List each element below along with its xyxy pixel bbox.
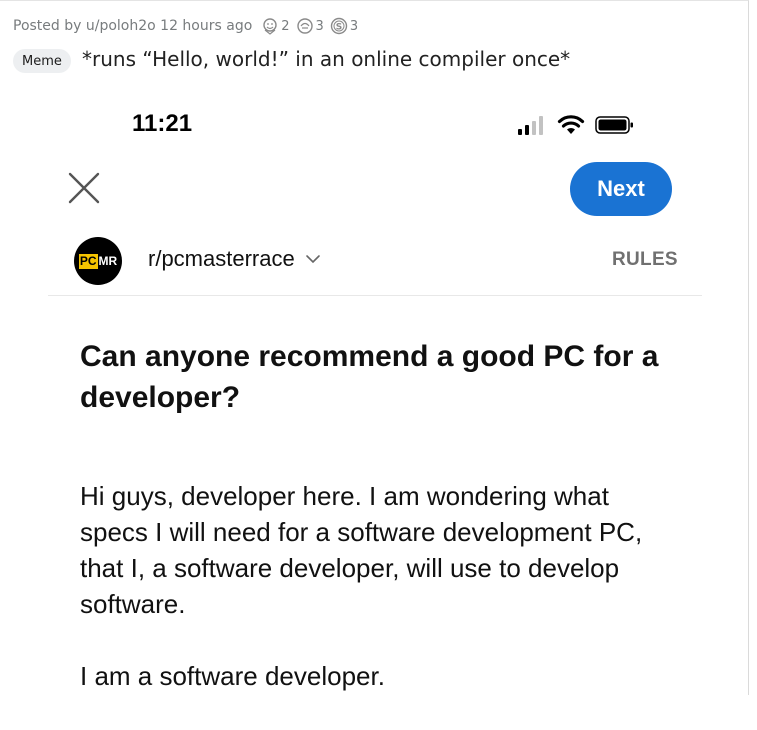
rules-link[interactable]: RULES	[612, 249, 678, 271]
post-meta: Posted by u/poloh2o 12 hours ago 2 3 S 3	[13, 16, 358, 36]
next-button[interactable]: Next	[570, 162, 672, 216]
award-count: 3	[349, 18, 359, 34]
community-selector[interactable]: r/pcmasterrace	[148, 246, 321, 272]
avatar-logo-mr: MR	[98, 253, 118, 268]
community-name: r/pcmasterrace	[148, 246, 295, 271]
divider	[48, 295, 702, 296]
post-card: Posted by u/poloh2o 12 hours ago 2 3 S 3…	[0, 0, 749, 695]
battery-icon	[595, 116, 633, 134]
award-count: 2	[281, 18, 290, 34]
status-icons	[517, 114, 635, 136]
draft-body-paragraph: I am a software developer.	[80, 661, 385, 691]
post-image[interactable]: 11:21 Next PC MR r/pcmasterrace RULES Ca…	[12, 96, 736, 695]
helpful-award-icon	[296, 18, 313, 34]
close-icon[interactable]	[66, 170, 102, 206]
community-avatar[interactable]: PC MR	[74, 237, 122, 285]
posted-by-text[interactable]: Posted by u/poloh2o 12 hours ago	[13, 18, 252, 34]
draft-body[interactable]: Hi guys, developer here. I am wondering …	[80, 478, 680, 730]
wifi-icon	[557, 115, 585, 134]
silver-coin-award-icon: S	[330, 17, 348, 35]
draft-body-paragraph: Hi guys, developer here. I am wondering …	[80, 481, 643, 619]
chevron-down-icon	[305, 255, 320, 264]
award-helpful[interactable]: 3	[296, 17, 324, 35]
avatar-logo-pc: PC	[78, 253, 98, 269]
post-title[interactable]: *runs “Hello, world!” in an online compi…	[82, 47, 570, 71]
wholesome-award-icon	[263, 18, 277, 35]
cellular-signal-icon	[518, 116, 543, 135]
status-time: 11:21	[132, 110, 193, 137]
award-count: 3	[315, 18, 324, 34]
award-silver[interactable]: S 3	[330, 17, 358, 35]
award-wholesome[interactable]: 2	[261, 17, 290, 35]
post-flair[interactable]: Meme	[13, 49, 71, 73]
draft-title[interactable]: Can anyone recommend a good PC for a dev…	[80, 336, 680, 418]
svg-text:S: S	[336, 23, 342, 33]
